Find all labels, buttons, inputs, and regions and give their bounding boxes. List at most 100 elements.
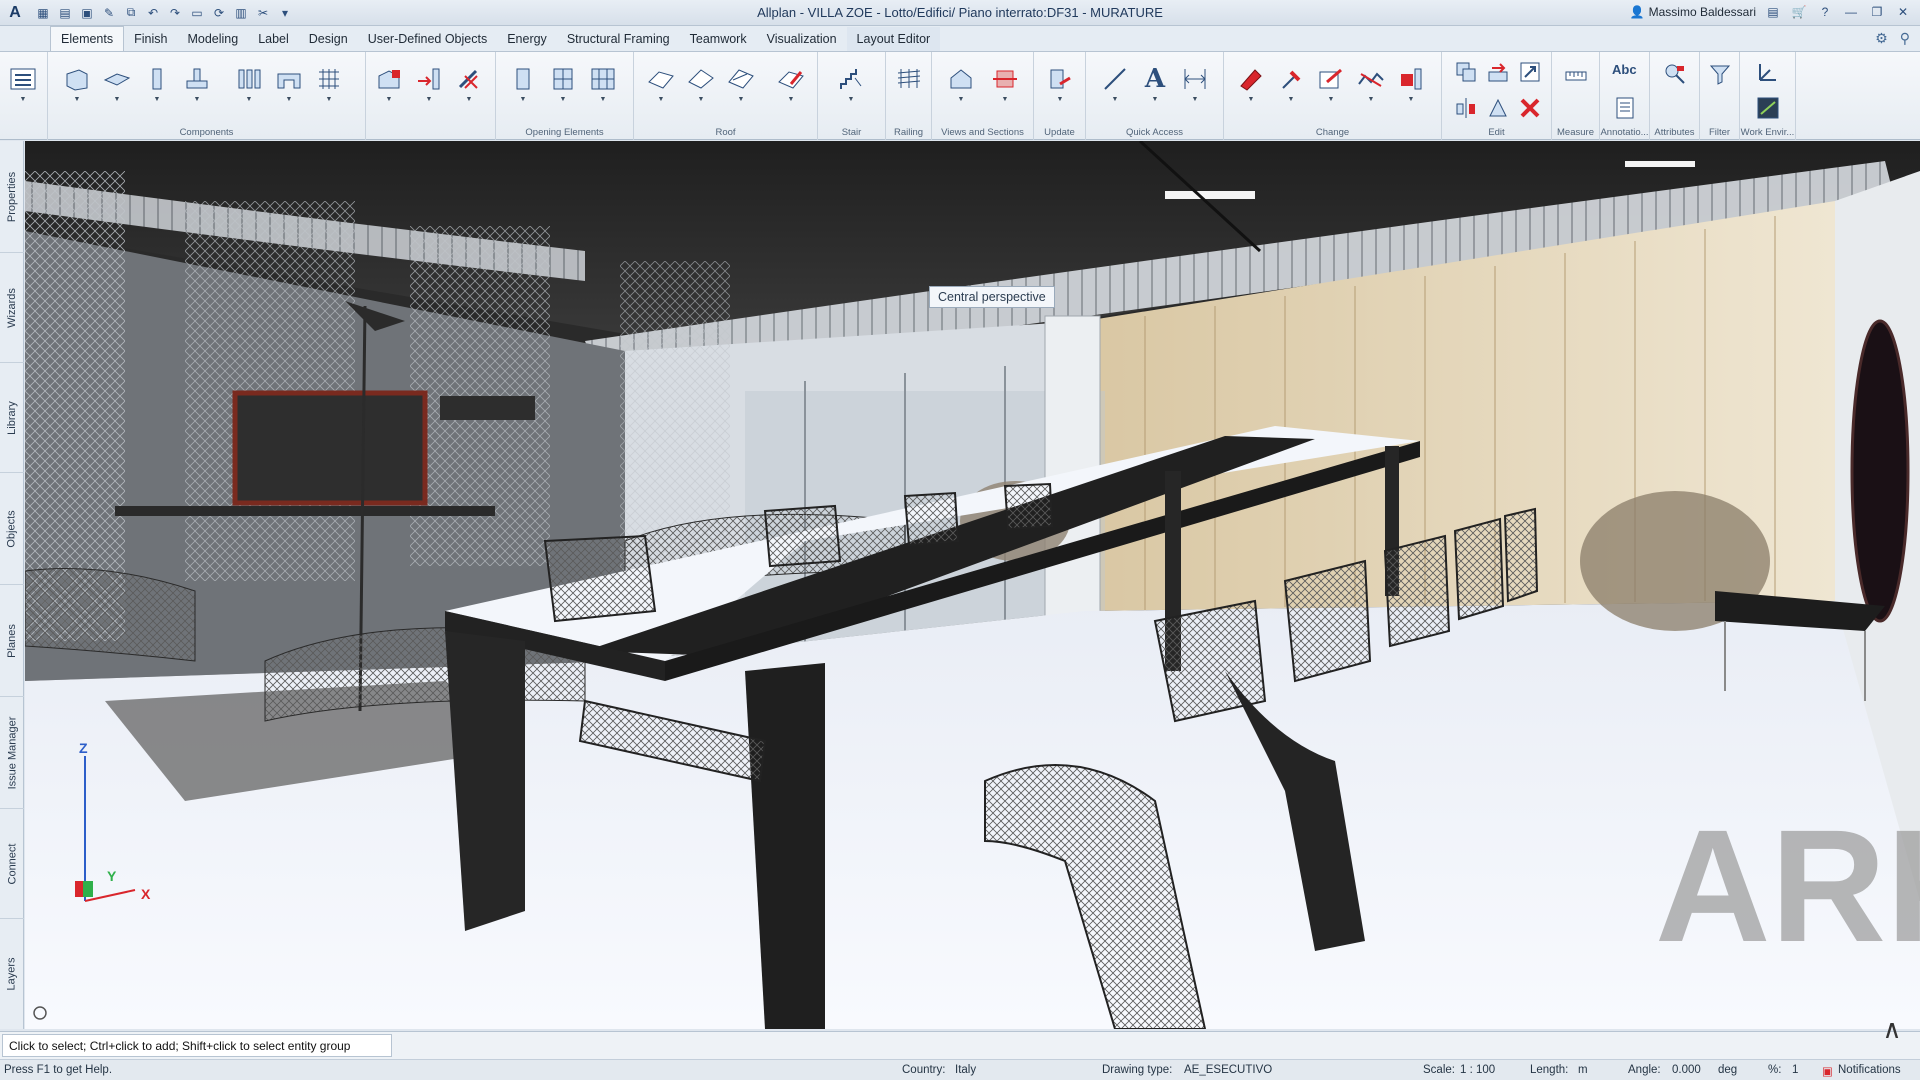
side-tab-connect[interactable]: Connect xyxy=(0,809,24,919)
view-button[interactable]: ▼ xyxy=(946,66,976,104)
polyline-button[interactable]: ▼ xyxy=(1356,66,1386,104)
update-button[interactable]: ▼ xyxy=(1045,66,1075,104)
tab-label[interactable]: Label xyxy=(248,27,299,51)
panel-icon[interactable]: ▤ xyxy=(1764,3,1782,21)
drawing-type-value[interactable]: AE_ESECUTIVO xyxy=(1184,1064,1272,1076)
undo-icon[interactable]: ↶ xyxy=(144,4,162,22)
side-tab-wizards[interactable]: Wizards xyxy=(0,253,24,363)
tab-visualization[interactable]: Visualization xyxy=(757,27,847,51)
modify-format-button[interactable]: ▼ xyxy=(1316,66,1346,104)
angle-value[interactable]: 0.000 xyxy=(1672,1064,1701,1076)
redo-icon[interactable]: ↷ xyxy=(166,4,184,22)
tab-user-defined-objects[interactable]: User-Defined Objects xyxy=(358,27,498,51)
slab-button[interactable]: ▼ xyxy=(102,66,132,104)
abc-label-icon[interactable]: Abc xyxy=(1612,62,1637,77)
tab-layout-editor[interactable]: Layout Editor xyxy=(846,27,941,51)
save-icon[interactable]: ▣ xyxy=(78,4,96,22)
roof-modify-button[interactable]: ▼ xyxy=(776,66,806,104)
smart-window-button[interactable]: ▼ xyxy=(588,66,618,104)
railing-post-button[interactable]: ▼ xyxy=(414,66,444,104)
section-button[interactable]: ▼ xyxy=(990,66,1020,104)
ruler-icon[interactable] xyxy=(1564,64,1588,88)
tools-icon[interactable]: ✂ xyxy=(254,4,272,22)
app-logo-icon[interactable]: A xyxy=(4,2,26,24)
mirror-icon[interactable] xyxy=(1454,96,1478,120)
dormer-button[interactable]: ▼ xyxy=(726,66,756,104)
downstand-beam-button[interactable]: ▼ xyxy=(234,66,264,104)
tab-finish[interactable]: Finish xyxy=(124,27,177,51)
window-icon[interactable]: ▭ xyxy=(188,4,206,22)
country-value[interactable]: Italy xyxy=(955,1064,976,1076)
move-icon[interactable] xyxy=(1486,60,1510,84)
delete-icon[interactable] xyxy=(1518,96,1542,120)
percent-value[interactable]: 1 xyxy=(1792,1064,1798,1076)
open-project-icon[interactable]: ▤ xyxy=(56,4,74,22)
coordinate-icon[interactable] xyxy=(1756,60,1780,84)
cart-icon[interactable]: 🛒 xyxy=(1790,3,1808,21)
modify-component-button[interactable]: ▼ xyxy=(454,66,484,104)
restore-button[interactable]: ❐ xyxy=(1868,3,1886,21)
tab-teamwork[interactable]: Teamwork xyxy=(680,27,757,51)
length-unit[interactable]: m xyxy=(1578,1064,1588,1076)
lintel-button[interactable]: ▼ xyxy=(274,66,304,104)
railing-button[interactable] xyxy=(894,66,924,104)
match-properties-button[interactable]: ▼ xyxy=(1276,66,1306,104)
pin-icon[interactable]: ⚲ xyxy=(1900,30,1910,47)
scale-value[interactable]: 1 : 100 xyxy=(1460,1064,1495,1076)
grid-button[interactable]: ▼ xyxy=(314,66,344,104)
roof-covering-button[interactable]: ▼ xyxy=(646,66,676,104)
help-icon[interactable]: ? xyxy=(1816,3,1834,21)
angle-unit[interactable]: deg xyxy=(1718,1064,1737,1076)
room-button[interactable]: ▼ xyxy=(374,66,404,104)
annotation-list-icon[interactable] xyxy=(1613,96,1637,120)
work-environment-icon[interactable] xyxy=(1756,96,1780,120)
modify-icon xyxy=(458,69,478,89)
tab-energy[interactable]: Energy xyxy=(497,27,557,51)
tab-structural-framing[interactable]: Structural Framing xyxy=(557,27,680,51)
tab-modeling[interactable]: Modeling xyxy=(177,27,248,51)
copy-element-icon[interactable] xyxy=(1454,60,1478,84)
copy-icon[interactable]: ⧉ xyxy=(122,4,140,22)
side-tab-layers[interactable]: Layers xyxy=(0,919,24,1029)
perspective-scene[interactable]: Z Y X ARK xyxy=(25,141,1920,1029)
side-tab-properties[interactable]: Properties xyxy=(0,141,24,253)
notifications-button[interactable]: Notifications xyxy=(1838,1064,1901,1076)
column-button[interactable]: ▼ xyxy=(142,66,172,104)
refresh-icon[interactable]: ⟳ xyxy=(210,4,228,22)
window-button[interactable]: ▼ xyxy=(548,66,578,104)
tab-elements[interactable]: Elements xyxy=(50,26,125,51)
collapse-chevron-icon[interactable]: ∧ xyxy=(1878,1014,1906,1044)
join-button[interactable]: ▼ xyxy=(1396,66,1426,104)
wall-button[interactable]: ▼ xyxy=(62,66,92,104)
filter-icon[interactable] xyxy=(1708,62,1732,86)
footing-button[interactable]: ▼ xyxy=(182,66,212,104)
side-tab-objects[interactable]: Objects xyxy=(0,473,24,585)
viewport-3d[interactable]: Z Y X ARK Central perspective xyxy=(25,141,1920,1029)
dimension-button[interactable]: ▼ xyxy=(1180,66,1210,104)
new-file-icon[interactable]: ▦ xyxy=(34,4,52,22)
minimize-button[interactable]: — xyxy=(1842,3,1860,21)
settings-gear-icon[interactable]: ⚙ xyxy=(1875,30,1888,47)
stretch-icon[interactable] xyxy=(1518,60,1542,84)
tab-design[interactable]: Design xyxy=(299,27,358,51)
dropdown-arrow-icon[interactable]: ▼ xyxy=(20,96,27,103)
text-button[interactable]: A ▼ xyxy=(1140,66,1170,104)
command-prompt[interactable]: Click to select; Ctrl+click to add; Shif… xyxy=(2,1034,392,1057)
customize-toolbar-icon[interactable]: ▾ xyxy=(276,4,294,22)
side-tab-planes[interactable]: Planes xyxy=(0,585,24,697)
side-tab-library[interactable]: Library xyxy=(0,363,24,473)
attributes-icon[interactable] xyxy=(1663,62,1687,86)
close-button[interactable]: ✕ xyxy=(1894,3,1912,21)
line-button[interactable]: ▼ xyxy=(1100,66,1130,104)
stair-button[interactable]: ▼ xyxy=(836,66,866,104)
notification-icon[interactable]: ▣ xyxy=(1822,1064,1833,1078)
door-button[interactable]: ▼ xyxy=(508,66,538,104)
user-account[interactable]: 👤 Massimo Baldessari xyxy=(1630,5,1756,19)
edit-icon[interactable]: ✎ xyxy=(100,4,118,22)
roof-plane-button[interactable]: ▼ xyxy=(686,66,716,104)
side-tab-issue-manager[interactable]: Issue Manager xyxy=(0,697,24,809)
palette-button[interactable]: ▼ xyxy=(8,66,38,104)
rotate-icon[interactable] xyxy=(1486,96,1510,120)
layout-icon[interactable]: ▥ xyxy=(232,4,250,22)
eraser-button[interactable]: ▼ xyxy=(1236,66,1266,104)
